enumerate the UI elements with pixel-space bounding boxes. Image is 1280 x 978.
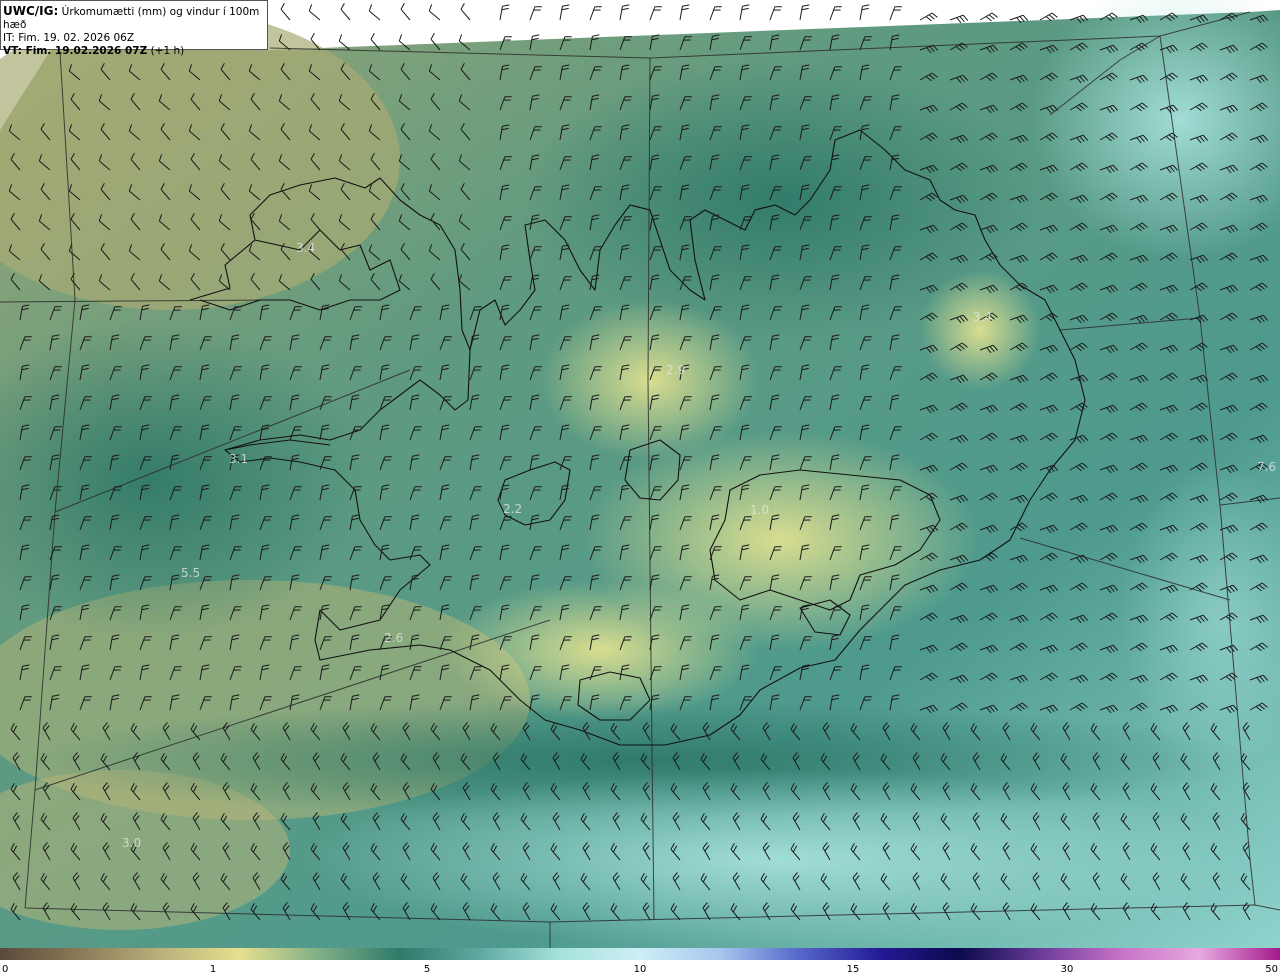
colorbar-gradient <box>0 948 1280 960</box>
label-west-sea: 5.5 <box>181 566 200 580</box>
colorbar-ticks: 0 1 5 10 15 30 50 <box>0 960 1280 978</box>
label-vatnajokull: 1.0 <box>750 503 769 517</box>
colorbar-tick: 1 <box>209 964 217 975</box>
valid-time-line: VT: Fim. 19.02.2026 07Z (+1 h) <box>3 45 267 58</box>
label-east-sea: 7.6 <box>1257 460 1276 474</box>
colorbar-tick: 15 <box>846 964 860 975</box>
forecast-offset: (+1 h) <box>150 45 185 57</box>
colorbar-tick: 0 <box>2 964 9 975</box>
label-southwest-sea: 3.0 <box>122 836 141 850</box>
label-north-central: 2.9 <box>666 363 685 377</box>
label-northeast: 3.4 <box>973 310 992 324</box>
colorbar-tick: 30 <box>1060 964 1074 975</box>
model-code: UWC/IG: <box>3 4 59 18</box>
precipitation-wind-map: 3.4 2.9 3.4 3.1 2.2 1.0 5.5 2.6 7.6 3.0 <box>0 0 1280 948</box>
colorbar-tick: 50 <box>1265 964 1278 975</box>
info-box: UWC/IG: Úrkomumætti (mm) og vindur í 100… <box>0 0 268 57</box>
colorbar <box>0 948 1280 960</box>
label-langjokull: 2.2 <box>503 502 522 516</box>
valid-time: VT: Fim. 19.02.2026 07Z <box>3 45 148 57</box>
label-westfjords: 3.4 <box>296 241 315 255</box>
title-line: UWC/IG: Úrkomumætti (mm) og vindur í 100… <box>3 5 267 32</box>
init-time: IT: Fim. 19. 02. 2026 06Z <box>3 32 135 44</box>
colorbar-tick: 5 <box>423 964 431 975</box>
precipitation-field <box>0 0 1280 948</box>
colorbar-tick: 10 <box>633 964 647 975</box>
label-reykjanes: 2.6 <box>384 631 403 645</box>
label-snaefellsnes: 3.1 <box>229 452 248 466</box>
